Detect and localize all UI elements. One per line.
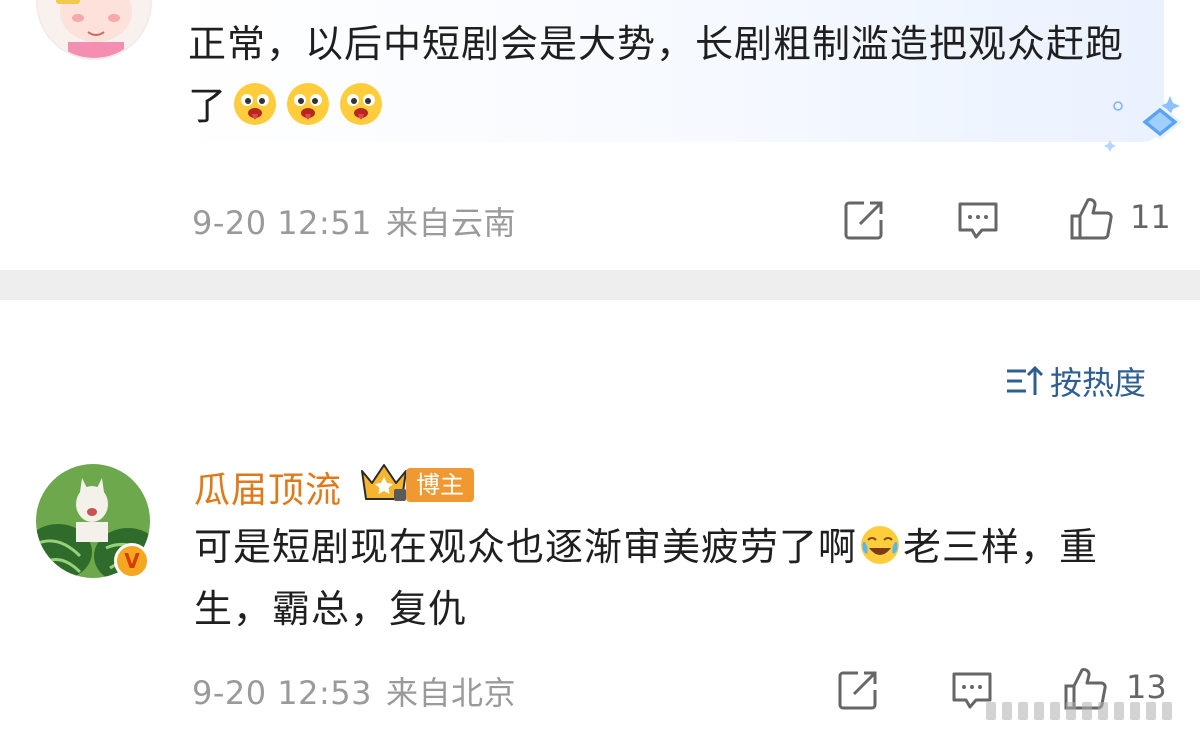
- tongue-face-emoji: [230, 81, 280, 127]
- sort-label: 按热度: [1050, 364, 1147, 402]
- crown-icon: [360, 461, 408, 503]
- crying-laughing-emoji: [859, 522, 901, 564]
- comment-time: 9-20 12:53: [192, 674, 373, 712]
- comment-location: 来自北京: [386, 674, 517, 712]
- comment-text: 正常，以后中短剧会是大势，长剧粗制滥造把观众赶跑了: [188, 13, 1148, 137]
- comment-time: 9-20 12:51: [192, 204, 373, 242]
- username[interactable]: 瓜届顶流: [194, 461, 342, 513]
- comment-meta: 9-20 12:51 来自云南: [192, 198, 516, 244]
- comment-text: 可是短剧现在观众也逐渐审美疲劳了啊 老三样，重生，霸总，复仇: [194, 516, 1134, 640]
- role-tag: 博主: [406, 468, 474, 502]
- vip-badge-icon: V: [114, 543, 150, 579]
- avatar[interactable]: [36, 0, 152, 60]
- section-divider: [0, 270, 1200, 300]
- share-icon[interactable]: [842, 198, 886, 242]
- tongue-face-emoji: [283, 81, 333, 127]
- share-icon[interactable]: [836, 668, 880, 712]
- sort-icon: [1007, 365, 1044, 395]
- diamond-badge-icon: [1082, 92, 1192, 152]
- like-count: 11: [1130, 198, 1171, 236]
- sort-button[interactable]: 按热度: [1004, 358, 1146, 404]
- watermark-icon: [984, 692, 1184, 728]
- tongue-face-emoji: [336, 81, 386, 127]
- comment-location: 来自云南: [386, 204, 517, 242]
- comment-text-before: 可是短剧现在观众也逐渐审美疲劳了啊: [194, 525, 858, 569]
- comment-icon[interactable]: [956, 198, 1000, 242]
- like-icon[interactable]: [1068, 196, 1113, 240]
- comment-meta: 9-20 12:53 来自北京: [192, 668, 516, 714]
